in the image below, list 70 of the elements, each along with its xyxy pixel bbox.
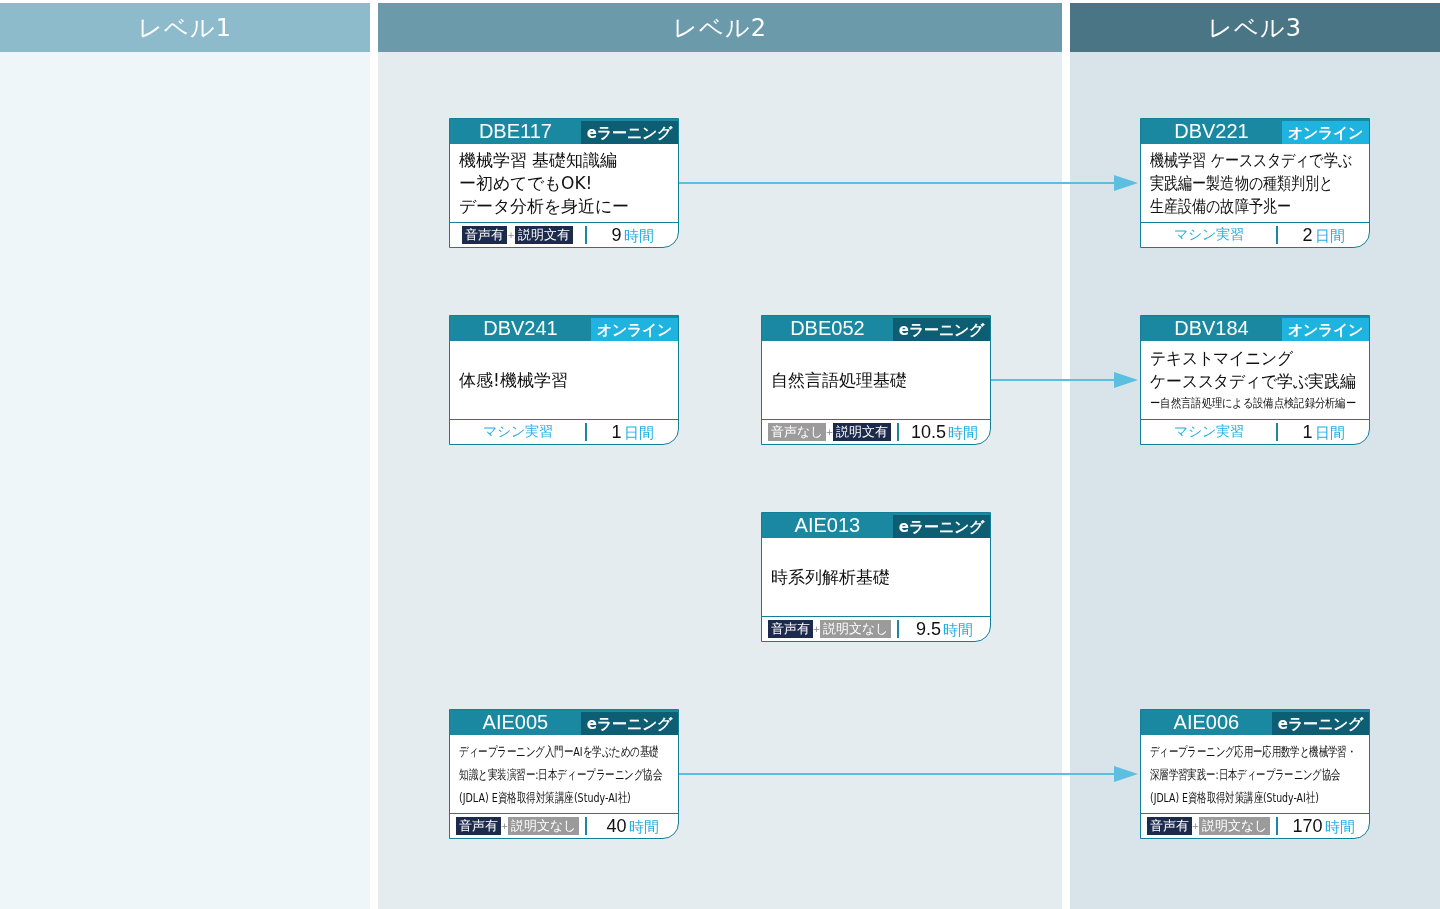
duration-unit: 日間	[1314, 423, 1345, 443]
duration-value: 1	[1302, 421, 1313, 443]
feature-tag: 音声有	[1146, 817, 1192, 835]
level-header: レベル3	[1070, 3, 1440, 52]
course-subtitle: ー自然言語処理による設備点検記録分析編ー	[1150, 395, 1356, 412]
delivery-badge: eラーニング	[580, 121, 678, 144]
course-code: DBE117	[477, 119, 553, 144]
feature-tag: 説明文有	[833, 423, 892, 441]
delivery-badge: eラーニング	[892, 318, 990, 341]
delivery-badge: オンライン	[1282, 121, 1369, 144]
course-card[interactable]: AIE006 eラーニング ディープラーニング応用ー応用数学と機械学習・ 深層学習実践ー:日本ディープラーニング協会 (JDLA) E資格取得対策講座(Study-AI社) 音声有 + 説明文なし 170 時間	[1140, 709, 1370, 839]
duration-unit: 時間	[943, 620, 973, 640]
course-code: AIE013	[793, 513, 862, 538]
format-label: マシン実習	[1173, 226, 1244, 244]
delivery-badge: eラーニング	[580, 712, 678, 735]
duration-unit: 日間	[623, 423, 654, 443]
course-title: 時系列解析基礎	[771, 565, 890, 589]
course-card[interactable]: DBE052 eラーニング 自然言語処理基礎 音声なし + 説明文有 10.5時間	[761, 315, 991, 445]
course-code: AIE005	[481, 710, 550, 735]
plus-sign: +	[1191, 820, 1200, 833]
format-label: マシン実習	[1173, 423, 1244, 441]
plus-sign: +	[812, 623, 821, 636]
course-title: 機械学習 ケーススタディで学ぶ 実践編ー製造物の種類判別と 生産設備の故障予兆ー	[1150, 148, 1352, 218]
delivery-badge: eラーニング	[1271, 712, 1369, 735]
course-title: 自然言語処理基礎	[771, 368, 907, 392]
delivery-badge: eラーニング	[892, 515, 990, 538]
feature-tag: 音声有	[462, 226, 508, 244]
course-card[interactable]: DBE117 eラーニング 機械学習 基礎知識編 ー初めてでもOK! データ分析を身近にー 音声有 + 説明文有 9 時間	[449, 118, 679, 248]
duration-unit: 時間	[948, 423, 978, 443]
duration-value: 2	[1302, 224, 1313, 246]
feature-tag: 音声有	[767, 620, 813, 638]
feature-tag: 説明文なし	[820, 620, 892, 638]
duration-value: 170	[1292, 815, 1323, 837]
duration-unit: 時間	[623, 226, 654, 246]
duration-value: 40	[606, 815, 627, 837]
course-title: 機械学習 基礎知識編 ー初めてでもOK! データ分析を身近にー	[459, 148, 629, 218]
course-card[interactable]: DBV184 オンライン テキストマイニング ケーススタディで学ぶ実践編 ー自然言語処理による設備点検記録分析編ー マシン実習 1 日間	[1140, 315, 1370, 445]
delivery-badge: オンライン	[1282, 318, 1369, 341]
format-label: マシン実習	[482, 423, 553, 441]
plus-sign: +	[507, 229, 515, 242]
plus-sign: +	[825, 426, 834, 439]
course-title: 体感!機械学習	[459, 368, 568, 392]
level-header: レベル2	[378, 3, 1062, 52]
duration-unit: 時間	[628, 817, 659, 837]
feature-tag: 音声有	[455, 817, 501, 835]
course-code: DBV221	[1173, 119, 1250, 144]
course-code: AIE006	[1172, 710, 1241, 735]
duration-value: 9.5	[916, 618, 941, 640]
course-title: ディープラーニング応用ー応用数学と機械学習・ 深層学習実践ー:日本ディープラーニング協会 (JDLA) E資格取得対策講座(Study-AI社)	[1150, 742, 1356, 807]
feature-tag: 説明文有	[514, 226, 573, 244]
duration-value: 10.5	[910, 421, 946, 443]
course-code: DBV241	[482, 316, 559, 341]
course-title: テキストマイニング ケーススタディで学ぶ実践編	[1150, 347, 1356, 393]
course-card[interactable]: AIE005 eラーニング ディープラーニング入門ーAIを学ぶための基礎 知識と実装演習ー:日本ディープラーニング協会 (JDLA) E資格取得対策講座(Study-AI社) 音声有 + 説明文なし 40 時間	[449, 709, 679, 839]
plus-sign: +	[500, 820, 509, 833]
duration-value: 1	[611, 421, 622, 443]
course-card[interactable]: DBV241 オンライン 体感!機械学習 マシン実習 1 日間	[449, 315, 679, 445]
duration-unit: 時間	[1324, 817, 1355, 837]
feature-tag: 音声なし	[767, 423, 826, 441]
course-card[interactable]: AIE013 eラーニング 時系列解析基礎 音声有 + 説明文なし 9.5時間	[761, 512, 991, 642]
duration-unit: 日間	[1314, 226, 1345, 246]
course-code: DBV184	[1173, 316, 1250, 341]
course-title: ディープラーニング入門ーAIを学ぶための基礎 知識と実装演習ー:日本ディープラーニング協会 (JDLA) E資格取得対策講座(Study-AI社)	[459, 742, 663, 807]
course-code: DBE052	[789, 316, 866, 341]
delivery-badge: オンライン	[591, 318, 678, 341]
level-header: レベル1	[0, 3, 370, 52]
feature-tag: 説明文なし	[508, 817, 580, 835]
duration-value: 9	[611, 224, 622, 246]
course-card[interactable]: DBV221 オンライン 機械学習 ケーススタディで学ぶ 実践編ー製造物の種類判別と 生産設備の故障予兆ー マシン実習 2 日間	[1140, 118, 1370, 248]
feature-tag: 説明文なし	[1199, 817, 1271, 835]
